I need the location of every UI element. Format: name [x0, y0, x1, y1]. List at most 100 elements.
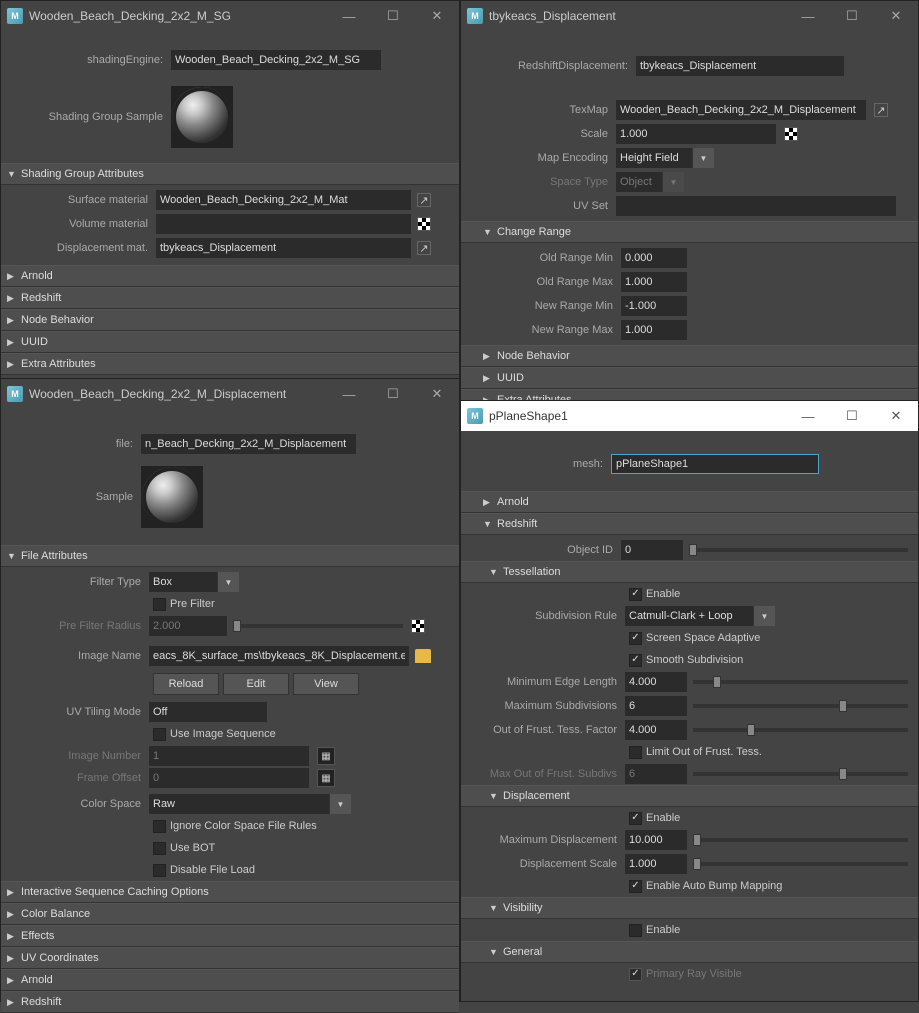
section-node-behavior[interactable]: ▶Node Behavior — [1, 309, 459, 331]
objid-field[interactable] — [621, 540, 683, 560]
section-redshift[interactable]: ▶Redshift — [1, 287, 459, 309]
close-button[interactable]: ✕ — [874, 1, 918, 31]
section-effects[interactable]: ▶Effects — [1, 925, 459, 947]
min-edge-field[interactable] — [625, 672, 687, 692]
section-seq-cache[interactable]: ▶Interactive Sequence Caching Options — [1, 881, 459, 903]
uv-tiling-dropdown[interactable]: Off — [149, 702, 267, 722]
max-disp-field[interactable] — [625, 830, 687, 850]
maximize-button[interactable]: ☐ — [371, 1, 415, 31]
min-edge-slider[interactable] — [693, 680, 908, 684]
uvset-field[interactable] — [616, 196, 896, 216]
oof-slider[interactable] — [693, 728, 908, 732]
minimize-button[interactable]: — — [327, 1, 371, 31]
color-space-dropdown[interactable]: Raw ▼ — [149, 794, 351, 814]
map-enc-dropdown[interactable]: Height Field ▼ — [616, 148, 714, 168]
expression-icon[interactable]: ▦ — [317, 747, 335, 765]
limit-oof-checkbox[interactable] — [629, 746, 642, 759]
view-button[interactable]: View — [293, 673, 359, 695]
disp-scale-field[interactable] — [625, 854, 687, 874]
map-button[interactable] — [784, 127, 798, 141]
disp-mat-field[interactable] — [156, 238, 411, 258]
subdiv-rule-dropdown[interactable]: Catmull-Clark + Loop ▼ — [625, 606, 775, 626]
close-button[interactable]: ✕ — [874, 401, 918, 431]
sample-label: Shading Group Sample — [1, 111, 171, 123]
section-color-balance[interactable]: ▶Color Balance — [1, 903, 459, 925]
sample-swatch[interactable] — [141, 466, 203, 528]
section-redshift[interactable]: ▶Redshift — [1, 991, 459, 1013]
section-arnold[interactable]: ▶Arnold — [461, 491, 918, 513]
filter-type-dropdown[interactable]: Box ▼ — [149, 572, 239, 592]
section-redshift[interactable]: ▼Redshift — [461, 513, 918, 535]
scale-field[interactable] — [616, 124, 776, 144]
section-general[interactable]: ▼General — [461, 941, 918, 963]
file-field[interactable] — [141, 434, 356, 454]
use-seq-checkbox[interactable] — [153, 728, 166, 741]
edit-button[interactable]: Edit — [223, 673, 289, 695]
close-button[interactable]: ✕ — [415, 1, 459, 31]
titlebar[interactable]: M tbykeacs_Displacement — ☐ ✕ — [461, 1, 918, 31]
old-max-field[interactable] — [621, 272, 687, 292]
map-button[interactable] — [417, 217, 431, 231]
minimize-button[interactable]: — — [786, 401, 830, 431]
shading-engine-field[interactable] — [171, 50, 381, 70]
expression-icon[interactable]: ▦ — [317, 769, 335, 787]
ignore-cs-checkbox[interactable] — [153, 820, 166, 833]
maximize-button[interactable]: ☐ — [830, 1, 874, 31]
rd-field[interactable] — [636, 56, 844, 76]
smooth-checkbox[interactable] — [629, 654, 642, 667]
section-node-behavior[interactable]: ▶Node Behavior — [461, 345, 918, 367]
titlebar[interactable]: M Wooden_Beach_Decking_2x2_M_SG — ☐ ✕ — [1, 1, 459, 31]
tess-enable-checkbox[interactable] — [629, 588, 642, 601]
texmap-field[interactable] — [616, 100, 866, 120]
image-name-field[interactable] — [149, 646, 409, 666]
max-subd-field[interactable] — [625, 696, 687, 716]
surface-mat-field[interactable] — [156, 190, 411, 210]
max-subd-slider[interactable] — [693, 704, 908, 708]
maximize-button[interactable]: ☐ — [830, 401, 874, 431]
titlebar[interactable]: M Wooden_Beach_Decking_2x2_M_Displacemen… — [1, 379, 459, 409]
volume-mat-field[interactable] — [156, 214, 411, 234]
pre-filter-checkbox[interactable] — [153, 598, 166, 611]
titlebar[interactable]: M pPlaneShape1 — ☐ ✕ — [461, 401, 918, 431]
section-disp[interactable]: ▼Displacement — [461, 785, 918, 807]
objid-slider[interactable] — [689, 548, 908, 552]
disp-scale-label: Displacement Scale — [461, 858, 625, 870]
chevron-right-icon: ▶ — [7, 359, 21, 370]
folder-icon[interactable] — [415, 649, 431, 663]
map-button[interactable] — [411, 619, 425, 633]
maximize-button[interactable]: ☐ — [371, 379, 415, 409]
new-min-field[interactable] — [621, 296, 687, 316]
mesh-field[interactable] — [611, 454, 819, 474]
section-uuid[interactable]: ▶UUID — [461, 367, 918, 389]
section-uuid[interactable]: ▶UUID — [1, 331, 459, 353]
surface-mat-label: Surface material — [1, 194, 156, 206]
oof-field[interactable] — [625, 720, 687, 740]
section-sg-attrs[interactable]: ▼Shading Group Attributes — [1, 163, 459, 185]
vis-enable-checkbox[interactable] — [629, 924, 642, 937]
auto-bump-checkbox[interactable] — [629, 880, 642, 893]
old-min-field[interactable] — [621, 248, 687, 268]
disp-enable-checkbox[interactable] — [629, 812, 642, 825]
map-button[interactable]: ↗ — [417, 193, 431, 207]
max-disp-slider[interactable] — [693, 838, 908, 842]
reload-button[interactable]: Reload — [153, 673, 219, 695]
minimize-button[interactable]: — — [786, 1, 830, 31]
sample-swatch[interactable] — [171, 86, 233, 148]
section-uv-coords[interactable]: ▶UV Coordinates — [1, 947, 459, 969]
minimize-button[interactable]: — — [327, 379, 371, 409]
map-button[interactable]: ↗ — [417, 241, 431, 255]
section-arnold[interactable]: ▶Arnold — [1, 969, 459, 991]
new-max-field[interactable] — [621, 320, 687, 340]
section-arnold[interactable]: ▶Arnold — [1, 265, 459, 287]
close-button[interactable]: ✕ — [415, 379, 459, 409]
section-tess[interactable]: ▼Tessellation — [461, 561, 918, 583]
disp-scale-slider[interactable] — [693, 862, 908, 866]
section-file-attrs[interactable]: ▼File Attributes — [1, 545, 459, 567]
ssa-checkbox[interactable] — [629, 632, 642, 645]
section-change-range[interactable]: ▼Change Range — [461, 221, 918, 243]
map-button[interactable]: ↗ — [874, 103, 888, 117]
disable-load-checkbox[interactable] — [153, 864, 166, 877]
section-extra-attrs[interactable]: ▶Extra Attributes — [1, 353, 459, 375]
use-bot-checkbox[interactable] — [153, 842, 166, 855]
section-visibility[interactable]: ▼Visibility — [461, 897, 918, 919]
